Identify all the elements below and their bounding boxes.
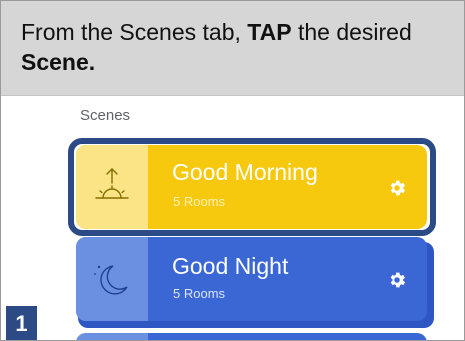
- sunrise-icon: [95, 168, 129, 199]
- gear-icon[interactable]: [387, 178, 407, 198]
- scene-text-pane: Good Night 5 Rooms: [148, 237, 427, 321]
- scene-card-good-morning[interactable]: Good Morning 5 Rooms: [76, 145, 427, 229]
- scene-subtitle: 5 Rooms: [173, 194, 226, 209]
- scene-icon-pane: [76, 237, 148, 321]
- scene-icon-pane: [76, 145, 148, 229]
- scene-title: Good Night: [172, 253, 289, 279]
- scenes-section-label: Scenes: [80, 107, 131, 124]
- scene-title: Good Morning: [172, 159, 318, 185]
- scene-card-good-night[interactable]: Good Night 5 Rooms: [76, 237, 427, 321]
- tutorial-frame: From the Scenes tab, TAP the desired Sce…: [0, 0, 465, 341]
- scene-text-pane: Good Morning 5 Rooms: [148, 145, 427, 229]
- step-number-badge: 1: [6, 306, 37, 340]
- instruction-banner: From the Scenes tab, TAP the desired Sce…: [1, 1, 464, 96]
- instruction-emphasis-tap: TAP: [247, 19, 292, 45]
- moon-icon: [94, 265, 128, 295]
- scene-icon-pane: [76, 333, 148, 340]
- scene-card-partial[interactable]: [76, 333, 427, 340]
- instruction-text-2: the desired: [291, 19, 412, 45]
- gear-icon[interactable]: [387, 270, 407, 290]
- instruction-text-1: From the Scenes tab,: [21, 19, 248, 45]
- scene-subtitle: 5 Rooms: [173, 286, 226, 301]
- instruction-emphasis-scene: Scene.: [21, 49, 96, 75]
